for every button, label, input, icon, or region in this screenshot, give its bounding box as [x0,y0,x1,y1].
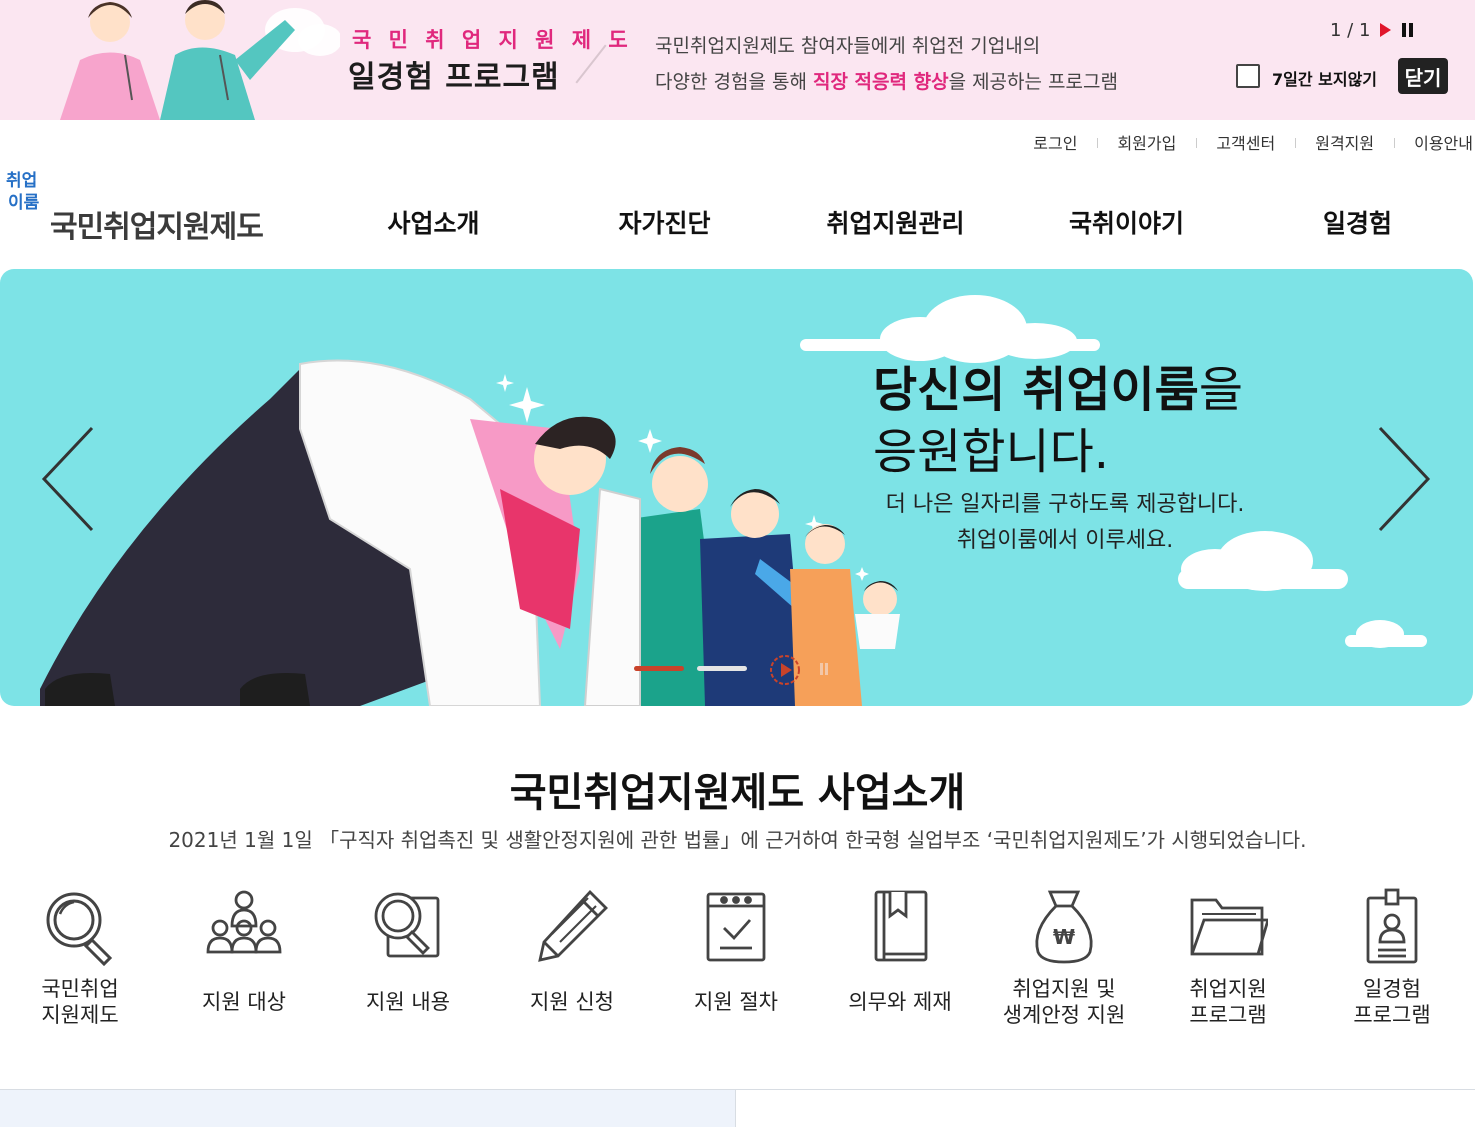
hero-title-line2: 응원합니다. [873,424,1110,480]
promo-banner: 국 민 취 업 지 원 제 도 일경험 프로그램 국민취업지원제도 참여자들에게… [0,0,1475,120]
bottom-left-panel [0,1090,736,1127]
quick-item-label: 지원 내용 [366,990,450,1014]
hero-sub-line1: 더 나은 일자리를 구하도록 제공합니다. [885,492,1245,517]
quick-item-label: 일경험 프로그램 [1353,977,1431,1027]
promo-description: 국민취업지원제도 참여자들에게 취업전 기업내의 다양한 경험을 통해 직장 적… [655,28,1118,100]
nav-work-experience[interactable]: 일경험 [1242,200,1473,248]
quick-item-content[interactable]: 지원 내용 [326,880,490,1040]
promo-close-button[interactable]: 닫기 [1398,58,1448,94]
logo-name: 국민취업지원제도 [50,210,264,245]
quick-item-livelihood[interactable]: ₩ 취업지원 및 생계안정 지원 [982,880,1146,1040]
usage-guide-link[interactable]: 이용안내 [1394,130,1475,154]
promo-desc-highlight: 직장 적응력 향상 [812,71,949,93]
quick-item-label: 의무와 제재 [848,990,952,1014]
promo-desc-text-end: 을 제공하는 프로그램 [948,71,1118,93]
quick-item-target[interactable]: 지원 대상 [162,880,326,1040]
intro-title: 국민취업지원제도 사업소개 [509,770,966,816]
quick-item-support-program[interactable]: 취업지원 프로그램 [1146,880,1310,1040]
nav-employment-support[interactable]: 취업지원관리 [780,200,1011,248]
quick-item-program[interactable]: 국민취업 지원제도 [0,880,162,1040]
magnifier-icon [46,892,113,966]
book-icon [874,890,928,962]
nav-stories[interactable]: 국취이야기 [1011,200,1242,248]
intro-description: 2021년 1월 1일 「구직자 취업촉진 및 생활안정지원에 관한 법률」에 … [168,828,1307,852]
promo-kicker: 국 민 취 업 지 원 제 도 [352,28,633,52]
promo-headline: 일경험 프로그램 [348,60,560,95]
logo-mark-line2: 이룸 [8,193,40,213]
quick-item-label: 취업지원 및 생계안정 지원 [1002,977,1126,1027]
id-badge-icon [1366,888,1418,964]
folder-icon [1190,898,1268,956]
quick-menu: 국민취업 지원제도 지원 대상 지원 내용 지원 신청 지원 절차 의무와 제재… [0,880,1475,1040]
hero-sub-line2: 취업이룸에서 이루세요. [956,528,1174,553]
login-link[interactable]: 로그인 [1013,130,1097,154]
slide-indicator[interactable] [697,666,747,671]
utility-nav: 로그인 회원가입 고객센터 원격지원 이용안내 [1013,131,1475,153]
promo-counter: 1 / 1 [1330,20,1371,41]
chevron-left-icon[interactable] [40,424,100,534]
pencil-icon [538,889,608,962]
quick-item-label: 지원 대상 [202,990,286,1014]
nav-business-intro[interactable]: 사업소개 [318,200,549,248]
quick-item-work-experience[interactable]: 일경험 프로그램 [1310,880,1474,1040]
chevron-right-icon[interactable] [1372,424,1432,534]
promo-desc-line1: 국민취업지원제도 참여자들에게 취업전 기업내의 [655,35,1041,57]
hero-title: 당신의 취업이룸을 응원합니다. [873,359,1243,483]
remote-support-link[interactable]: 원격지원 [1295,130,1394,154]
quick-item-label: 취업지원 프로그램 [1189,977,1267,1027]
play-circle-icon[interactable] [768,653,802,687]
document-search-icon [374,892,440,958]
quick-item-obligations[interactable]: 의무와 제재 [818,880,982,1040]
pause-icon[interactable] [1402,23,1414,37]
quick-item-label: 국민취업 지원제도 [41,977,119,1027]
quick-item-label: 지원 절차 [694,990,778,1014]
promo-desc-line2: 다양한 경험을 통해 직장 적응력 향상을 제공하는 프로그램 [655,64,1118,100]
hide-7days-checkbox[interactable] [1236,64,1260,88]
people-group-icon [206,890,282,954]
main-nav: 사업소개 자가진단 취업지원관리 국취이야기 일경험 [318,200,1473,248]
checklist-icon [706,892,766,962]
quick-item-label: 지원 신청 [530,990,614,1014]
hide-7days-label[interactable]: 7일간 보지않기 [1272,66,1377,90]
money-bag-icon: ₩ [1035,890,1093,964]
bottom-section [0,1089,1475,1127]
signup-link[interactable]: 회원가입 [1097,130,1196,154]
site-logo[interactable]: 취업 이룸 국민취업지원제도 [2,168,292,245]
hero-title-light: 을 [1198,362,1244,418]
pause-icon[interactable] [818,663,830,677]
hero-subtitle: 더 나은 일자리를 구하도록 제공합니다. 취업이룸에서 이루세요. [860,487,1270,559]
promo-desc-text: 다양한 경험을 통해 [655,71,813,93]
promo-illustration [60,0,340,120]
logo-mark: 취업 이룸 [6,170,54,228]
play-icon[interactable] [1380,23,1391,37]
svg-text:₩: ₩ [1053,925,1075,949]
hero-title-bold: 당신의 취업이룸 [873,362,1199,418]
quick-item-procedure[interactable]: 지원 절차 [654,880,818,1040]
customer-center-link[interactable]: 고객센터 [1196,130,1295,154]
slide-indicator-active[interactable] [634,666,684,671]
quick-item-apply[interactable]: 지원 신청 [490,880,654,1040]
hero-slider: 당신의 취업이룸을 응원합니다. 더 나은 일자리를 구하도록 제공합니다. 취… [0,269,1473,706]
nav-self-diagnosis[interactable]: 자가진단 [549,200,780,248]
logo-mark-line1: 취업 [6,171,38,191]
